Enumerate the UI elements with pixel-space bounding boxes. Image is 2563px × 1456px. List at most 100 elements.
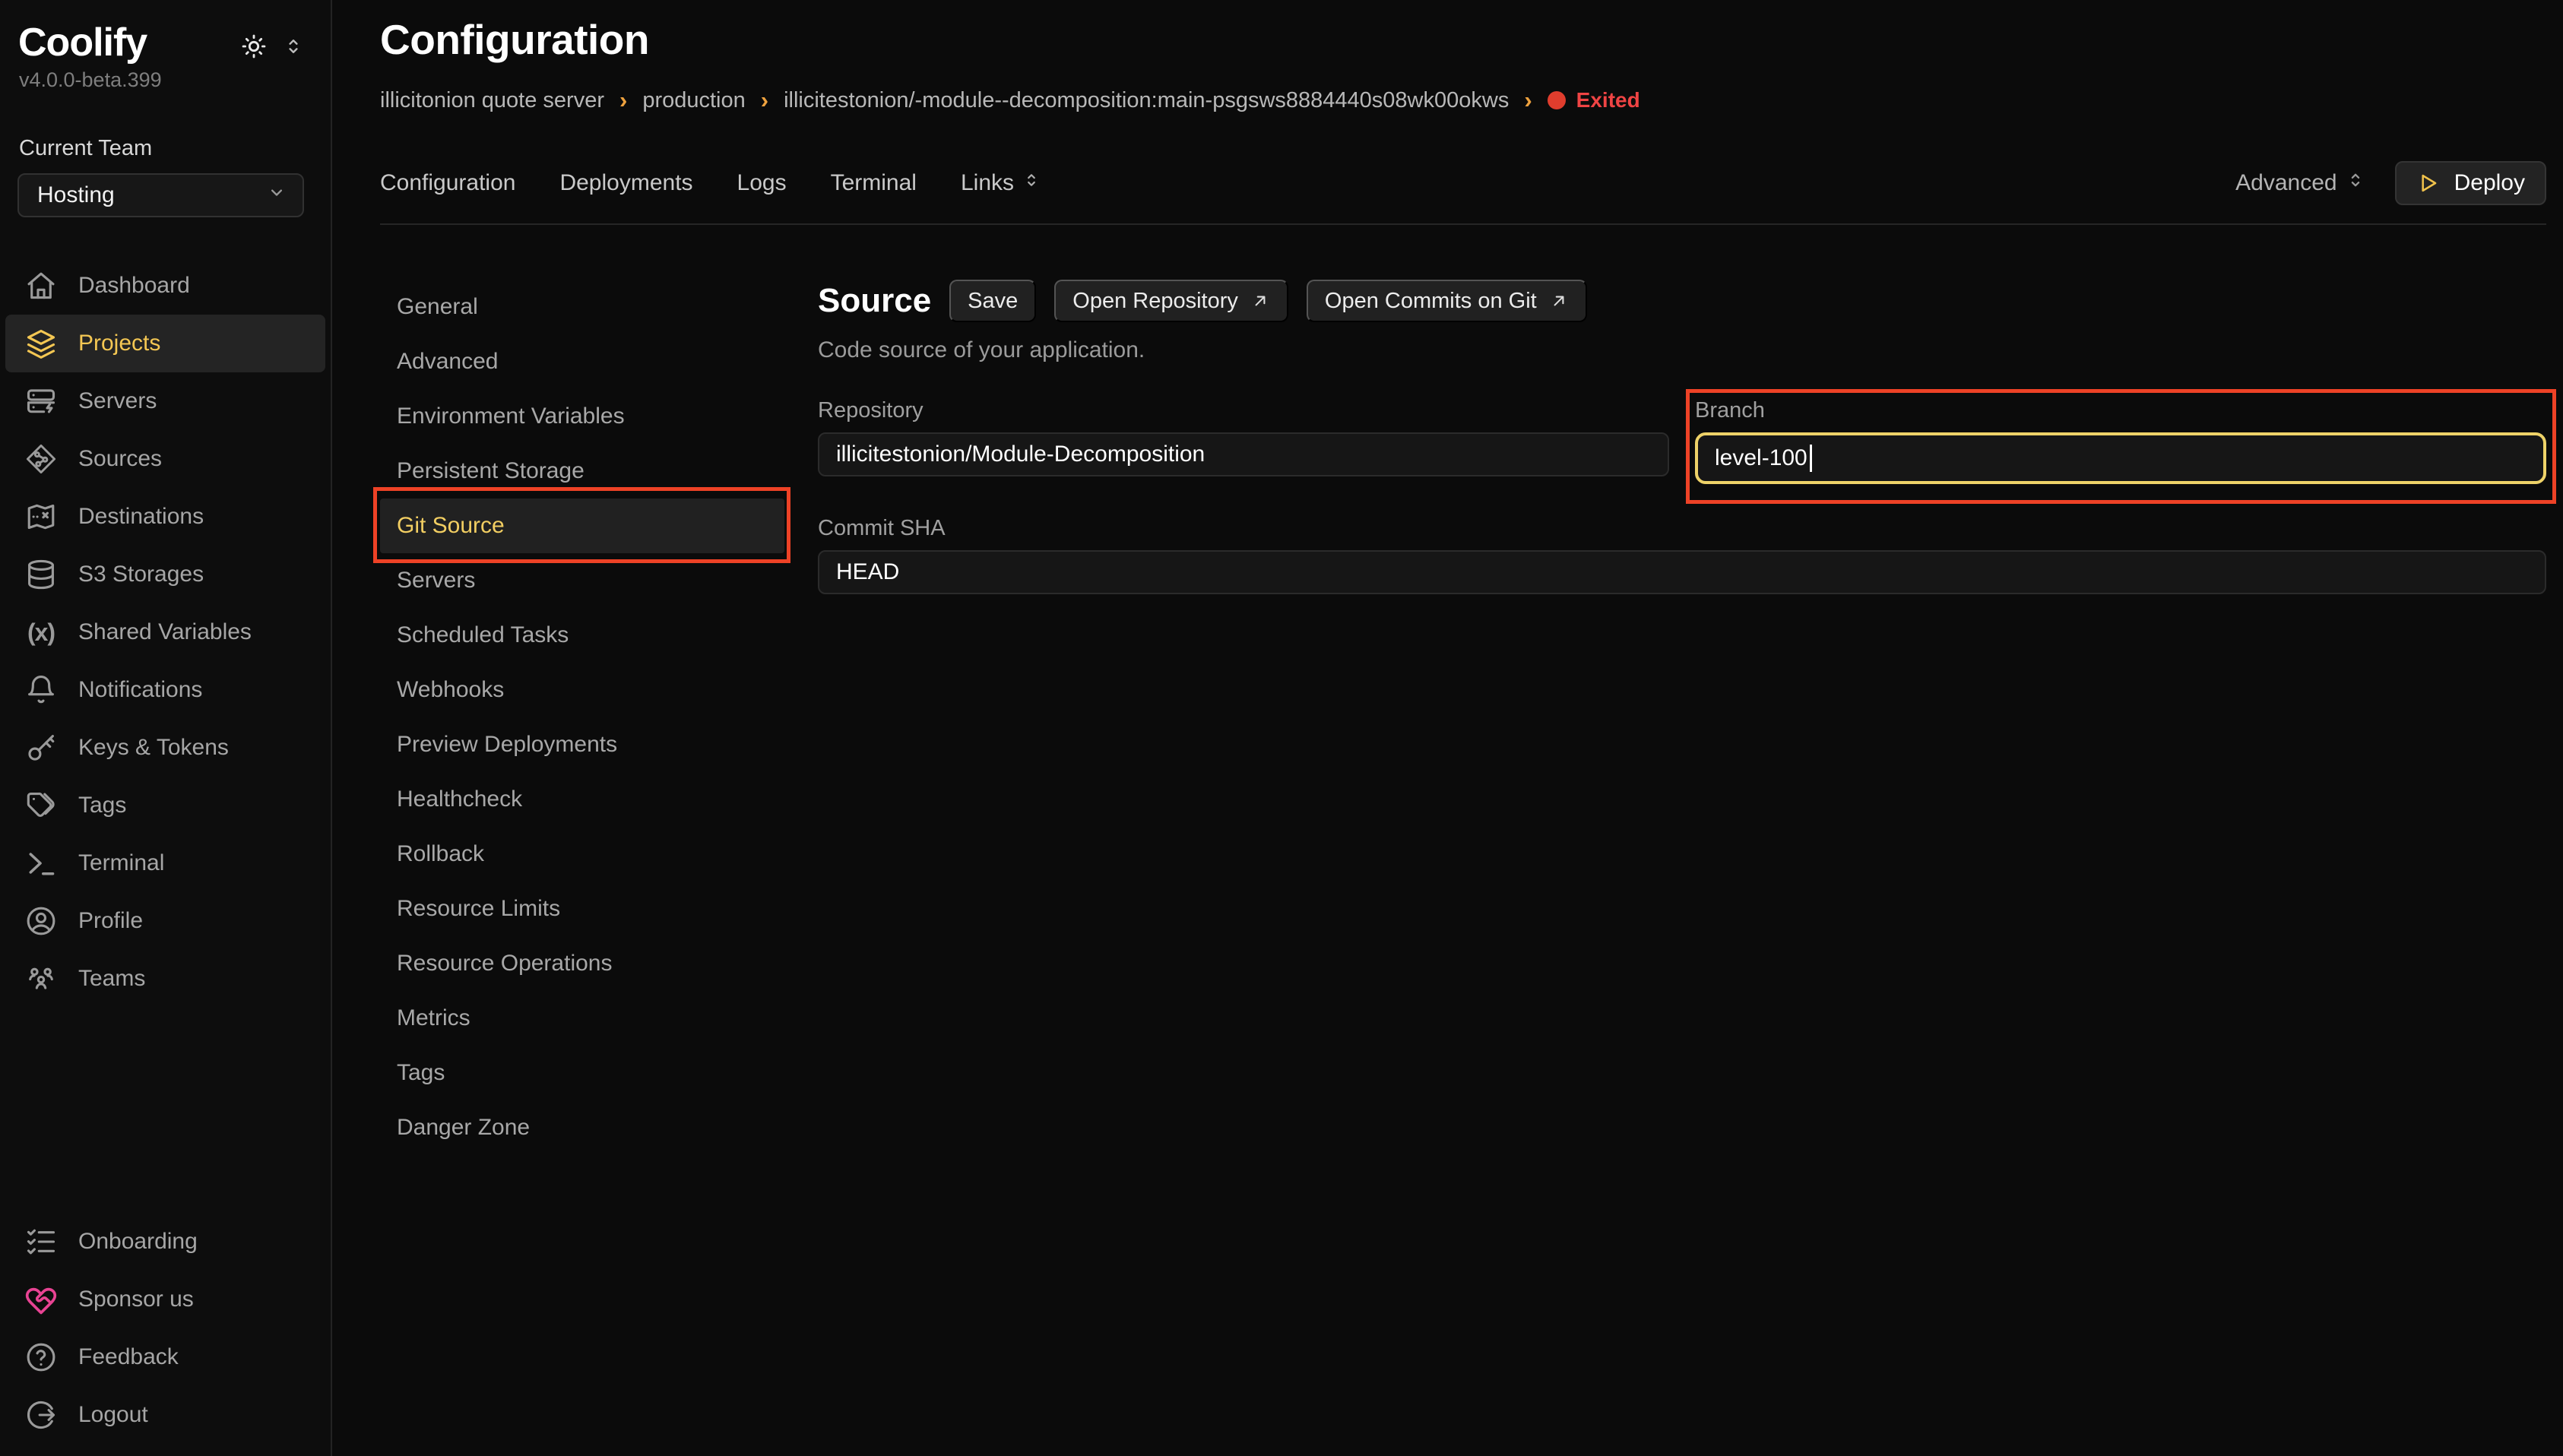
advanced-label: Advanced [2235,170,2336,196]
tabs: Configuration Deployments Logs Terminal … [380,170,1041,196]
tab-label: Terminal [831,170,917,196]
sidebar-item-onboarding[interactable]: Onboarding [5,1213,325,1271]
tab-configuration[interactable]: Configuration [380,170,515,196]
app-version: v4.0.0-beta.399 [0,68,331,92]
database-icon [24,557,59,592]
chevron-right-icon: › [1524,87,1532,114]
git-source-form: Source Save Open Repository Open Commits… [818,280,2546,1155]
open-commits-label: Open Commits on Git [1325,289,1537,314]
source-description: Code source of your application. [818,337,2546,363]
sun-icon[interactable] [239,32,268,61]
open-repository-button[interactable]: Open Repository [1054,280,1288,322]
breadcrumb-resource[interactable]: illicitestonion/-module--decomposition:m… [784,88,1509,113]
repository-input[interactable] [818,432,1669,476]
team-select-value: Hosting [37,182,115,208]
breadcrumb-project[interactable]: illicitonion quote server [380,88,604,113]
play-icon [2416,171,2441,195]
sidebar-item-feedback[interactable]: Feedback [5,1328,325,1386]
subnav-item-healthcheck[interactable]: Healthcheck [380,772,784,827]
branch-input[interactable]: level-100 [1695,432,2546,484]
current-team-label: Current Team [19,136,331,161]
home-icon [24,268,59,303]
subnav-item-environment-variables[interactable]: Environment Variables [380,389,784,444]
tab-logs[interactable]: Logs [737,170,787,196]
fields-row: Repository Branch level-100 [818,398,2546,484]
map-icon [24,499,59,534]
deploy-button[interactable]: Deploy [2395,161,2546,205]
sidebar-item-label: Destinations [78,504,204,530]
sidebar-item-projects[interactable]: Projects [5,315,325,372]
content: General Advanced Environment Variables P… [380,280,2546,1155]
sidebar-item-label: Projects [78,331,160,356]
subnav-item-servers[interactable]: Servers [380,553,784,608]
sidebar: Coolify v4.0.0-beta.399 Current Team Hos… [0,0,332,1456]
subnav-item-resource-operations[interactable]: Resource Operations [380,936,784,991]
open-repository-label: Open Repository [1072,289,1238,314]
save-button[interactable]: Save [949,280,1036,322]
subnav-item-persistent-storage[interactable]: Persistent Storage [380,444,784,499]
subnav-item-rollback[interactable]: Rollback [380,827,784,882]
sidebar-item-label: Servers [78,388,157,414]
team-select[interactable]: Hosting [17,173,304,217]
subnav-item-general[interactable]: General [380,280,784,334]
subnav-item-tags[interactable]: Tags [380,1046,784,1100]
commit-sha-input[interactable] [818,550,2546,594]
branch-field-group: Branch level-100 [1695,398,2546,484]
text-cursor [1810,445,1812,472]
sidebar-item-shared-variables[interactable]: (x) Shared Variables [5,603,325,661]
commit-sha-label: Commit SHA [818,516,2546,541]
braces-x-icon: (x) [24,615,59,650]
open-commits-button[interactable]: Open Commits on Git [1307,280,1587,322]
subnav-item-scheduled-tasks[interactable]: Scheduled Tasks [380,608,784,663]
users-icon [24,961,59,996]
sidebar-item-notifications[interactable]: Notifications [5,661,325,719]
sidebar-item-label: Terminal [78,850,164,876]
git-diamond-icon [24,442,59,476]
subnav-item-preview-deployments[interactable]: Preview Deployments [380,717,784,772]
chevrons-up-down-icon [1022,170,1041,196]
subnav-item-advanced[interactable]: Advanced [380,334,784,389]
logout-icon [24,1397,59,1432]
bell-icon [24,673,59,707]
status-dot [1548,91,1566,109]
chevron-right-icon: › [761,87,768,114]
layers-icon [24,326,59,361]
help-circle-icon [24,1340,59,1375]
user-circle-icon [24,904,59,938]
sidebar-item-teams[interactable]: Teams [5,950,325,1008]
subnav-item-resource-limits[interactable]: Resource Limits [380,882,784,936]
tags-icon [24,788,59,823]
tab-label: Deployments [559,170,692,196]
sidebar-item-s3-storages[interactable]: S3 Storages [5,546,325,603]
breadcrumb-environment[interactable]: production [642,88,745,113]
sidebar-item-sponsor-us[interactable]: Sponsor us [5,1271,325,1328]
sidebar-item-dashboard[interactable]: Dashboard [5,257,325,315]
tab-deployments[interactable]: Deployments [559,170,692,196]
sidebar-item-tags[interactable]: Tags [5,777,325,834]
page-title: Configuration [380,15,2546,64]
sidebar-item-destinations[interactable]: Destinations [5,488,325,546]
chevrons-up-down-icon[interactable] [282,35,305,58]
sidebar-item-label: Logout [78,1402,148,1428]
heart-handshake-icon [24,1282,59,1317]
deploy-label: Deploy [2454,170,2525,196]
sidebar-item-sources[interactable]: Sources [5,430,325,488]
sidebar-item-profile[interactable]: Profile [5,892,325,950]
chevron-right-icon: › [619,87,627,114]
server-icon [24,384,59,419]
subnav-item-metrics[interactable]: Metrics [380,991,784,1046]
app-root: Coolify v4.0.0-beta.399 Current Team Hos… [0,0,2563,1456]
advanced-dropdown[interactable]: Advanced [2235,169,2365,197]
subnav-item-webhooks[interactable]: Webhooks [380,663,784,717]
sidebar-item-terminal[interactable]: Terminal [5,834,325,892]
sidebar-item-label: Teams [78,966,145,992]
tab-links[interactable]: Links [961,170,1041,196]
branch-value: level-100 [1715,445,1807,471]
sidebar-item-logout[interactable]: Logout [5,1386,325,1444]
app-logo: Coolify [18,20,147,65]
subnav-item-git-source[interactable]: Git Source [380,499,784,553]
subnav-item-danger-zone[interactable]: Danger Zone [380,1100,784,1155]
tab-terminal[interactable]: Terminal [831,170,917,196]
sidebar-item-keys-tokens[interactable]: Keys & Tokens [5,719,325,777]
sidebar-item-servers[interactable]: Servers [5,372,325,430]
